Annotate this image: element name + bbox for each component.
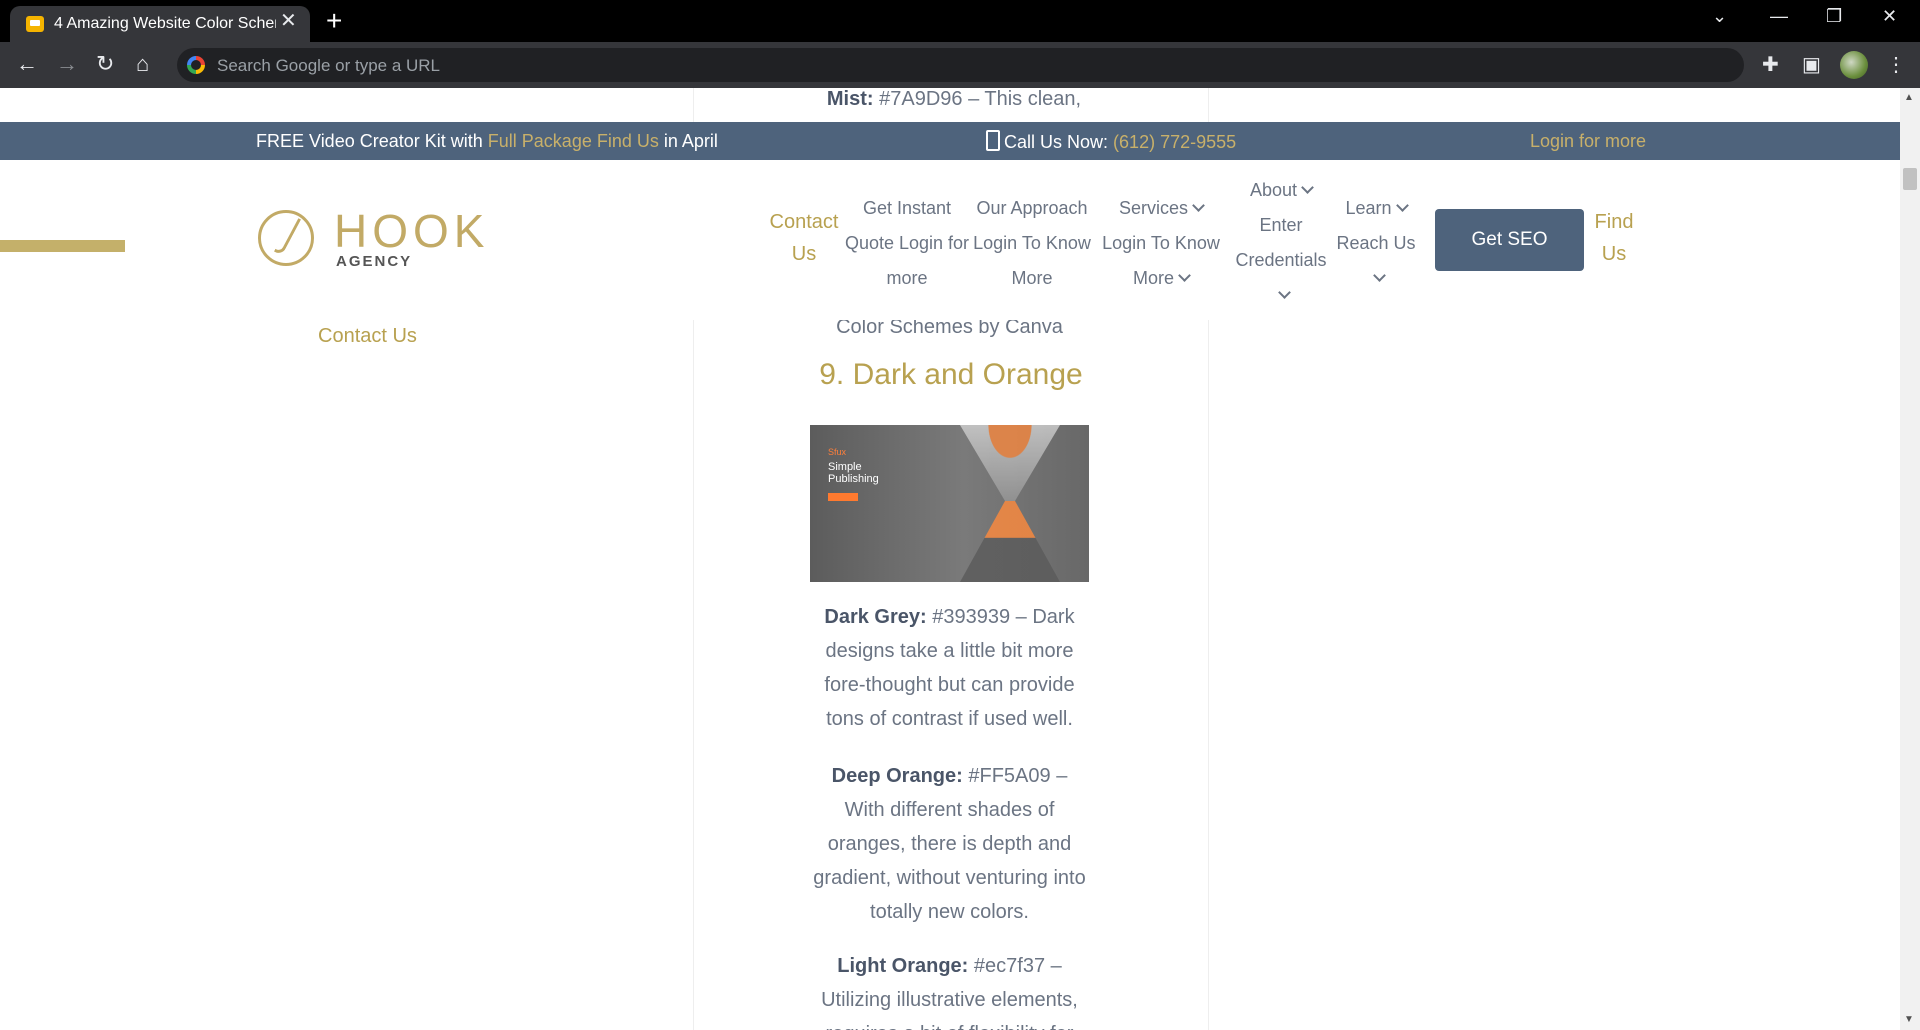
nav-about[interactable]: About Enter Credentials [1226, 173, 1336, 333]
forward-icon[interactable]: → [56, 51, 78, 77]
nav-label: Login To Know [973, 233, 1091, 253]
nav-get-instant-quote[interactable]: Get Instant Quote Login for more [842, 191, 972, 351]
dark-orange-example-image: Sfux Simple Publishing [810, 425, 1089, 582]
nav-label: Enter [1259, 215, 1303, 235]
sidebar-contact-link[interactable]: Contact Us [318, 325, 417, 348]
close-tab-icon[interactable]: ✕ [280, 11, 297, 31]
chevron-down-icon [1395, 199, 1409, 212]
scroll-up-icon[interactable]: ▲ [1904, 92, 1914, 103]
browser-toolbar: ← → ↻ ⌂ Search Google or type a URL ✚ ▣ … [0, 42, 1920, 88]
slides-favicon-icon [26, 16, 44, 32]
logo-wordmark: HOOK [334, 205, 490, 257]
nav-label: Find [1594, 211, 1634, 233]
tab-strip: 4 Amazing Website Color Schem ✕ + ⌄ — ❐ … [0, 0, 1920, 42]
dark-grey-paragraph: Dark Grey: #393939 – Dark designs take a… [810, 600, 1089, 736]
nav-learn[interactable]: Learn Reach Us [1330, 191, 1422, 351]
hourglass-top [960, 425, 1060, 501]
call-us: Call Us Now: (612) 772-9555 [986, 130, 1236, 153]
image-title-line: Publishing [828, 473, 879, 485]
nav-label: more [886, 268, 928, 288]
gold-accent-bar [0, 240, 125, 252]
back-icon[interactable]: ← [16, 51, 38, 77]
tab-title: 4 Amazing Website Color Schem [54, 15, 276, 32]
nav-label: Contact [769, 211, 839, 233]
nav-label: Services [1118, 198, 1189, 218]
light-orange-paragraph: Light Orange: #ec7f37 – Utilizing illust… [810, 949, 1089, 1030]
hook-logo-icon [258, 210, 314, 266]
restore-icon[interactable]: ❐ [1826, 6, 1842, 27]
chevron-down-icon [1301, 181, 1314, 194]
extensions-icon[interactable]: ✚ [1762, 52, 1779, 77]
nav-label: More [1011, 268, 1053, 288]
nav-label: More [1132, 268, 1174, 288]
deep-orange-text: #FF5A09 – With different shades of orang… [813, 765, 1086, 923]
nav-label: Quote Login for [844, 233, 970, 253]
deep-orange-paragraph: Deep Orange: #FF5A09 – With different sh… [810, 759, 1089, 929]
scroll-thumb[interactable] [1903, 168, 1917, 190]
mist-text: #7A9D96 – This clean, [879, 88, 1082, 110]
reload-icon[interactable]: ↻ [96, 51, 114, 77]
chevron-down-icon [1192, 199, 1205, 212]
chevron-down-icon [1178, 269, 1191, 282]
nav-label: About [1249, 180, 1298, 200]
close-window-icon[interactable]: ✕ [1882, 6, 1897, 27]
light-orange-label: Light Orange: [837, 955, 969, 977]
address-placeholder: Search Google or type a URL [217, 56, 441, 75]
logo-subtitle: AGENCY [336, 253, 413, 270]
phone-icon [986, 130, 1000, 151]
phone-number-link[interactable]: (612) 772-9555 [1113, 132, 1236, 152]
promo-bar: FREE Video Creator Kit with Full Package… [0, 122, 1900, 160]
google-icon [187, 56, 205, 74]
image-title: Simple Publishing [828, 461, 879, 485]
promo-prefix: FREE Video Creator Kit with [256, 131, 483, 151]
chevron-down-icon [1372, 269, 1386, 282]
get-seo-button[interactable]: Get SEO [1435, 209, 1584, 271]
dark-grey-label: Dark Grey: [824, 606, 927, 628]
nav-services[interactable]: Services Login To Know More [1096, 191, 1226, 351]
nav-label: Our Approach [976, 198, 1088, 218]
image-button [828, 493, 858, 501]
tab-search-icon[interactable]: ⌄ [1712, 6, 1727, 27]
address-bar[interactable]: Search Google or type a URL [177, 48, 1744, 82]
browser-tab[interactable]: 4 Amazing Website Color Schem ✕ [10, 6, 310, 42]
call-label: Call Us Now: [1004, 132, 1109, 152]
menu-kebab-icon[interactable]: ⋮ [1886, 52, 1906, 77]
minimize-icon[interactable]: — [1770, 6, 1788, 27]
scroll-down-icon[interactable]: ▼ [1904, 1014, 1914, 1025]
mist-paragraph: Mist: #7A9D96 – This clean, [774, 88, 1134, 116]
side-panel-icon[interactable]: ▣ [1802, 52, 1821, 77]
login-link[interactable]: Login for more [1530, 131, 1646, 152]
nav-label: Login To Know [1102, 233, 1220, 253]
nav-label: Credentials [1235, 250, 1327, 270]
nav-our-approach[interactable]: Our Approach Login To Know More [970, 191, 1094, 351]
nav-label: Learn [1345, 198, 1392, 218]
site-header: HOOK AGENCY Contact Us Get Instant Quote… [0, 160, 1900, 320]
new-tab-icon[interactable]: + [326, 7, 342, 35]
profile-avatar[interactable] [1840, 51, 1868, 79]
deep-orange-label: Deep Orange: [831, 765, 963, 787]
promo-suffix: in April [663, 131, 718, 151]
hourglass-bottom [960, 501, 1060, 582]
home-icon[interactable]: ⌂ [136, 51, 149, 77]
mist-label: Mist: [826, 88, 874, 110]
nav-label: Reach Us [1336, 233, 1416, 253]
page-scrollbar[interactable]: ▲ ▼ [1900, 88, 1920, 1030]
nav-contact-us[interactable]: Contact Us [762, 206, 846, 366]
promo-link[interactable]: Full Package Find Us [488, 131, 659, 151]
nav-label: Us [1601, 243, 1627, 265]
image-logo-text: Sfux [828, 447, 847, 457]
nav-find-us[interactable]: Find Us [1584, 206, 1644, 366]
image-title-line: Simple [828, 461, 862, 473]
chevron-down-icon [1277, 286, 1291, 299]
promo-text: FREE Video Creator Kit with Full Package… [256, 131, 718, 152]
nav-label: Get Instant [862, 198, 952, 218]
nav-label: Us [791, 243, 817, 265]
